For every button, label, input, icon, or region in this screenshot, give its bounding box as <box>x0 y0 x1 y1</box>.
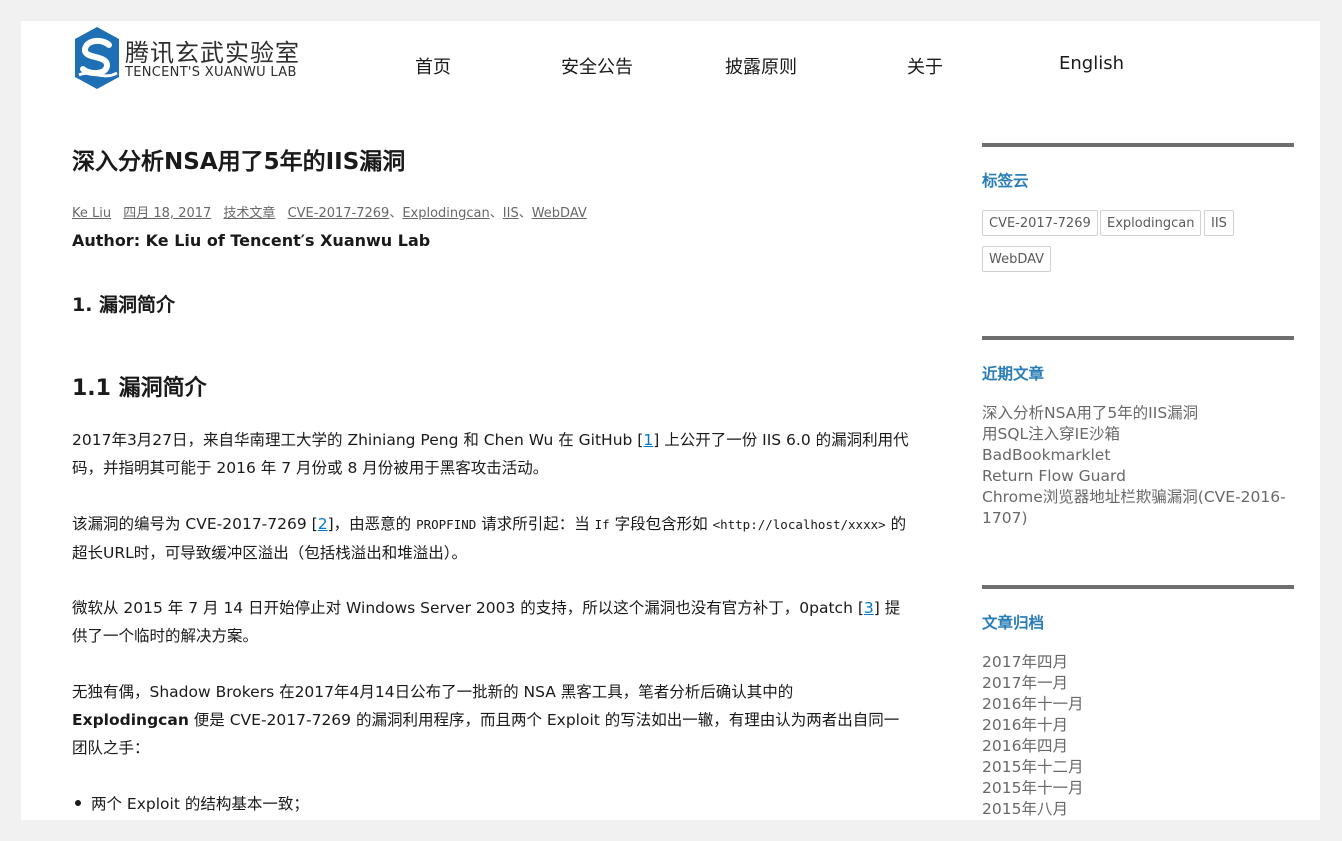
paragraph-4: 无独有偶，Shadow Brokers 在2017年4月14日公布了一批新的 N… <box>72 683 900 757</box>
meta-date-link[interactable]: 四月 18, 2017 <box>123 206 211 221</box>
tagcloud-title: 标签云 <box>982 172 1029 190</box>
code-if: If <box>594 517 610 532</box>
archive-link[interactable]: 2016年十月 <box>982 715 1294 736</box>
widget-divider <box>982 336 1294 340</box>
author-line: Author: Ke Liu of Tencent′s Xuanwu Lab <box>72 231 431 250</box>
archive-link[interactable]: 2015年十一月 <box>982 778 1294 799</box>
meta-separator: 、 <box>518 206 532 221</box>
section-heading: 1. 漏洞简介 <box>72 294 176 316</box>
bullet-dot <box>75 800 81 806</box>
code-url: <http://localhost/xxxx> <box>712 517 886 532</box>
archive-link[interactable]: 2017年四月 <box>982 652 1294 673</box>
widget-divider <box>982 143 1294 147</box>
tag-iis[interactable]: IIS <box>1204 210 1234 236</box>
reference-link-3[interactable]: 3 <box>864 599 874 617</box>
archive-link[interactable]: 2015年十二月 <box>982 757 1294 778</box>
post-title: 深入分析NSA用了5年的IIS漏洞 <box>72 149 406 175</box>
nav-security-advisories[interactable]: 安全公告 <box>561 53 633 79</box>
page: 腾讯玄武实验室 TENCENT'S XUANWU LAB 首页 安全公告 披露原… <box>21 21 1320 820</box>
widget-divider <box>982 585 1294 589</box>
tag-webdav[interactable]: WebDAV <box>982 246 1052 272</box>
meta-separator: 、 <box>389 206 403 221</box>
paragraph-1: 2017年3月27日，来自华南理工大学的 Zhiniang Peng 和 Che… <box>72 431 909 477</box>
reference-link-2[interactable]: 2 <box>318 515 328 533</box>
logo-english-text: TENCENT'S XUANWU LAB <box>125 65 297 80</box>
archive-link[interactable]: 2016年四月 <box>982 736 1294 757</box>
list-item: 两个 Exploit 的结构基本一致； <box>72 793 309 815</box>
archives-list: 2017年四月 2017年一月 2016年十一月 2016年十月 2016年四月… <box>982 652 1294 820</box>
recent-post-link[interactable]: 深入分析NSA用了5年的IIS漏洞 <box>982 403 1294 424</box>
nav-home[interactable]: 首页 <box>415 53 451 79</box>
paragraph-2: 该漏洞的编号为 CVE-2017-7269 [2]，由恶意的 PROPFIND … <box>72 515 907 562</box>
archives-title: 文章归档 <box>982 614 1045 632</box>
meta-tag-link[interactable]: CVE-2017-7269 <box>288 206 390 221</box>
recent-posts-title: 近期文章 <box>982 365 1045 383</box>
nav-disclosure-policy[interactable]: 披露原则 <box>725 53 797 79</box>
nav-about[interactable]: 关于 <box>907 53 943 79</box>
meta-tag-link[interactable]: WebDAV <box>532 206 587 221</box>
meta-separator: 、 <box>489 206 503 221</box>
recent-posts-list: 深入分析NSA用了5年的IIS漏洞 用SQL注入穿IE沙箱 BadBookmar… <box>982 403 1294 529</box>
meta-tag-link[interactable]: IIS <box>503 206 519 221</box>
explodingcan-bold: Explodingcan <box>72 711 189 729</box>
meta-category-link[interactable]: 技术文章 <box>223 206 275 221</box>
recent-post-link[interactable]: Return Flow Guard <box>982 466 1294 487</box>
recent-post-link[interactable]: 用SQL注入穿IE沙箱 <box>982 424 1294 445</box>
subsection-heading: 1.1 漏洞简介 <box>72 376 207 401</box>
nav-english[interactable]: English <box>1059 53 1124 74</box>
recent-post-link[interactable]: Chrome浏览器地址栏欺骗漏洞(CVE-2016-1707) <box>982 487 1294 529</box>
tag-explodingcan[interactable]: Explodingcan <box>1100 210 1202 236</box>
post-meta: Ke Liu 四月 18, 2017 技术文章 CVE-2017-7269、Ex… <box>72 202 587 221</box>
logo-chinese-text: 腾讯玄武实验室 <box>125 39 300 67</box>
archive-link[interactable]: 2015年八月 <box>982 799 1294 820</box>
meta-tag-link[interactable]: Explodingcan <box>402 206 489 221</box>
site-logo[interactable]: 腾讯玄武实验室 TENCENT'S XUANWU LAB <box>73 25 313 89</box>
meta-author-link[interactable]: Ke Liu <box>72 206 111 221</box>
reference-link-1[interactable]: 1 <box>643 431 653 449</box>
tag-cve-2017-7269[interactable]: CVE-2017-7269 <box>982 210 1098 236</box>
paragraph-3: 微软从 2015 年 7 月 14 日开始停止对 Windows Server … <box>72 599 901 645</box>
code-propfind: PROPFIND <box>416 517 477 532</box>
archive-link[interactable]: 2017年一月 <box>982 673 1294 694</box>
xuanwu-logo-icon <box>75 27 119 89</box>
recent-post-link[interactable]: BadBookmarklet <box>982 445 1294 466</box>
archive-link[interactable]: 2016年十一月 <box>982 694 1294 715</box>
